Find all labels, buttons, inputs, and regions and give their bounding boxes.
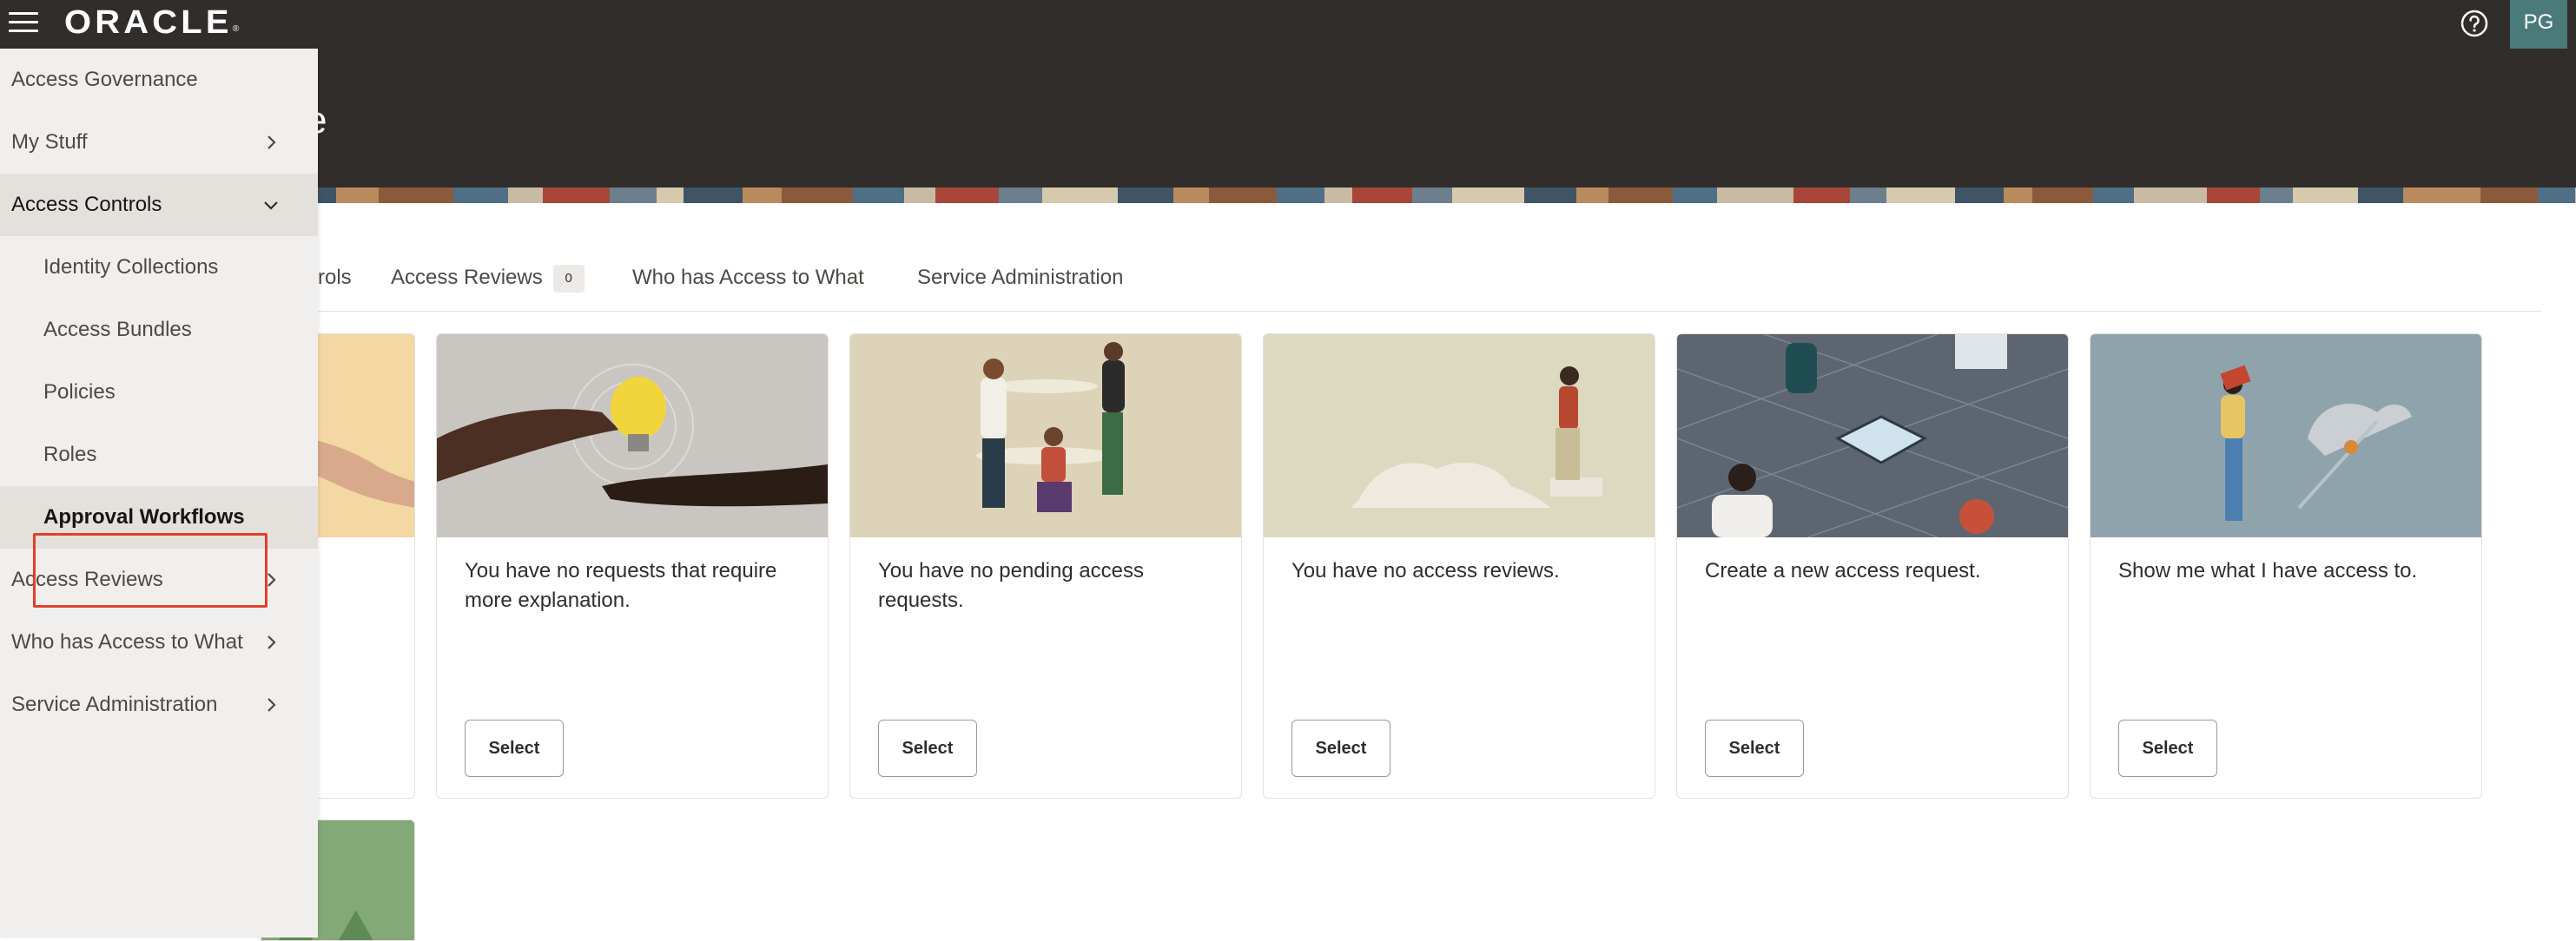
tab-access-controls[interactable]: rols (318, 260, 352, 295)
tab-who-has-access[interactable]: Who has Access to What (632, 260, 864, 295)
count-badge: 0 (552, 265, 585, 293)
nav-item-access-bundles[interactable]: Access Bundles (0, 299, 318, 361)
select-button[interactable]: Select (878, 720, 977, 777)
top-bar: ORACLE® PG (0, 0, 2576, 49)
chevron-down-icon (264, 201, 278, 210)
nav-item-who-has-access[interactable]: Who has Access to What (0, 611, 318, 674)
select-button[interactable]: Select (465, 720, 564, 777)
card-access-reviews: You have no access reviews. Select (1263, 333, 1655, 799)
card-text: You have no requests that require more e… (465, 559, 777, 612)
chevron-right-icon (268, 573, 276, 587)
chevron-right-icon (268, 635, 276, 649)
help-circle-icon[interactable] (2460, 9, 2489, 38)
navigation-drawer: Access Governance My Stuff Access Contro… (0, 49, 318, 938)
user-avatar[interactable]: PG (2510, 0, 2567, 49)
card-more-explanation: You have no requests that require more e… (436, 333, 829, 799)
nav-item-access-reviews[interactable]: Access Reviews (0, 549, 318, 611)
tab-service-administration[interactable]: Service Administration (917, 260, 1123, 295)
hand-lightbulb-illustration (437, 334, 828, 537)
card-text: You have no access reviews. (1291, 559, 1560, 582)
select-button[interactable]: Select (1705, 720, 1804, 777)
card-text: Show me what I have access to. (2118, 559, 2418, 582)
card-pending-requests: You have no pending access requests. Sel… (849, 333, 1242, 799)
nav-item-identity-collections[interactable]: Identity Collections (0, 236, 318, 299)
card-text: Create a new access request. (1705, 559, 1981, 582)
chevron-right-icon (268, 135, 276, 149)
tab-access-reviews[interactable]: Access Reviews 0 (391, 260, 585, 295)
oracle-logo[interactable]: ORACLE® (64, 3, 239, 42)
nav-item-my-stuff[interactable]: My Stuff (0, 111, 318, 174)
people-reaching-illustration (850, 334, 1241, 537)
nav-item-service-administration[interactable]: Service Administration (0, 674, 318, 736)
nav-item-access-controls[interactable]: Access Controls (0, 174, 318, 236)
card-show-access: Show me what I have access to. Select (2090, 333, 2482, 799)
chevron-right-icon (268, 698, 276, 712)
person-climbing-illustration (1264, 334, 1655, 537)
select-button[interactable]: Select (2118, 720, 2217, 777)
hamburger-menu-icon[interactable] (9, 12, 38, 36)
nav-item-policies[interactable]: Policies (0, 361, 318, 424)
card-new-request: Create a new access request. Select (1676, 333, 2069, 799)
nav-item-access-governance[interactable]: Access Governance (0, 49, 318, 111)
select-button[interactable]: Select (1291, 720, 1390, 777)
nav-item-approval-workflows[interactable]: Approval Workflows (0, 486, 318, 549)
decorative-banner-strip (0, 188, 2576, 203)
tab-divider (318, 311, 2541, 312)
hero-banner: e (0, 49, 2576, 188)
devices-network-illustration (1677, 334, 2068, 537)
nav-item-roles[interactable]: Roles (0, 424, 318, 486)
card-text: You have no pending access requests. (878, 559, 1145, 612)
person-flying-illustration (2091, 334, 2481, 537)
